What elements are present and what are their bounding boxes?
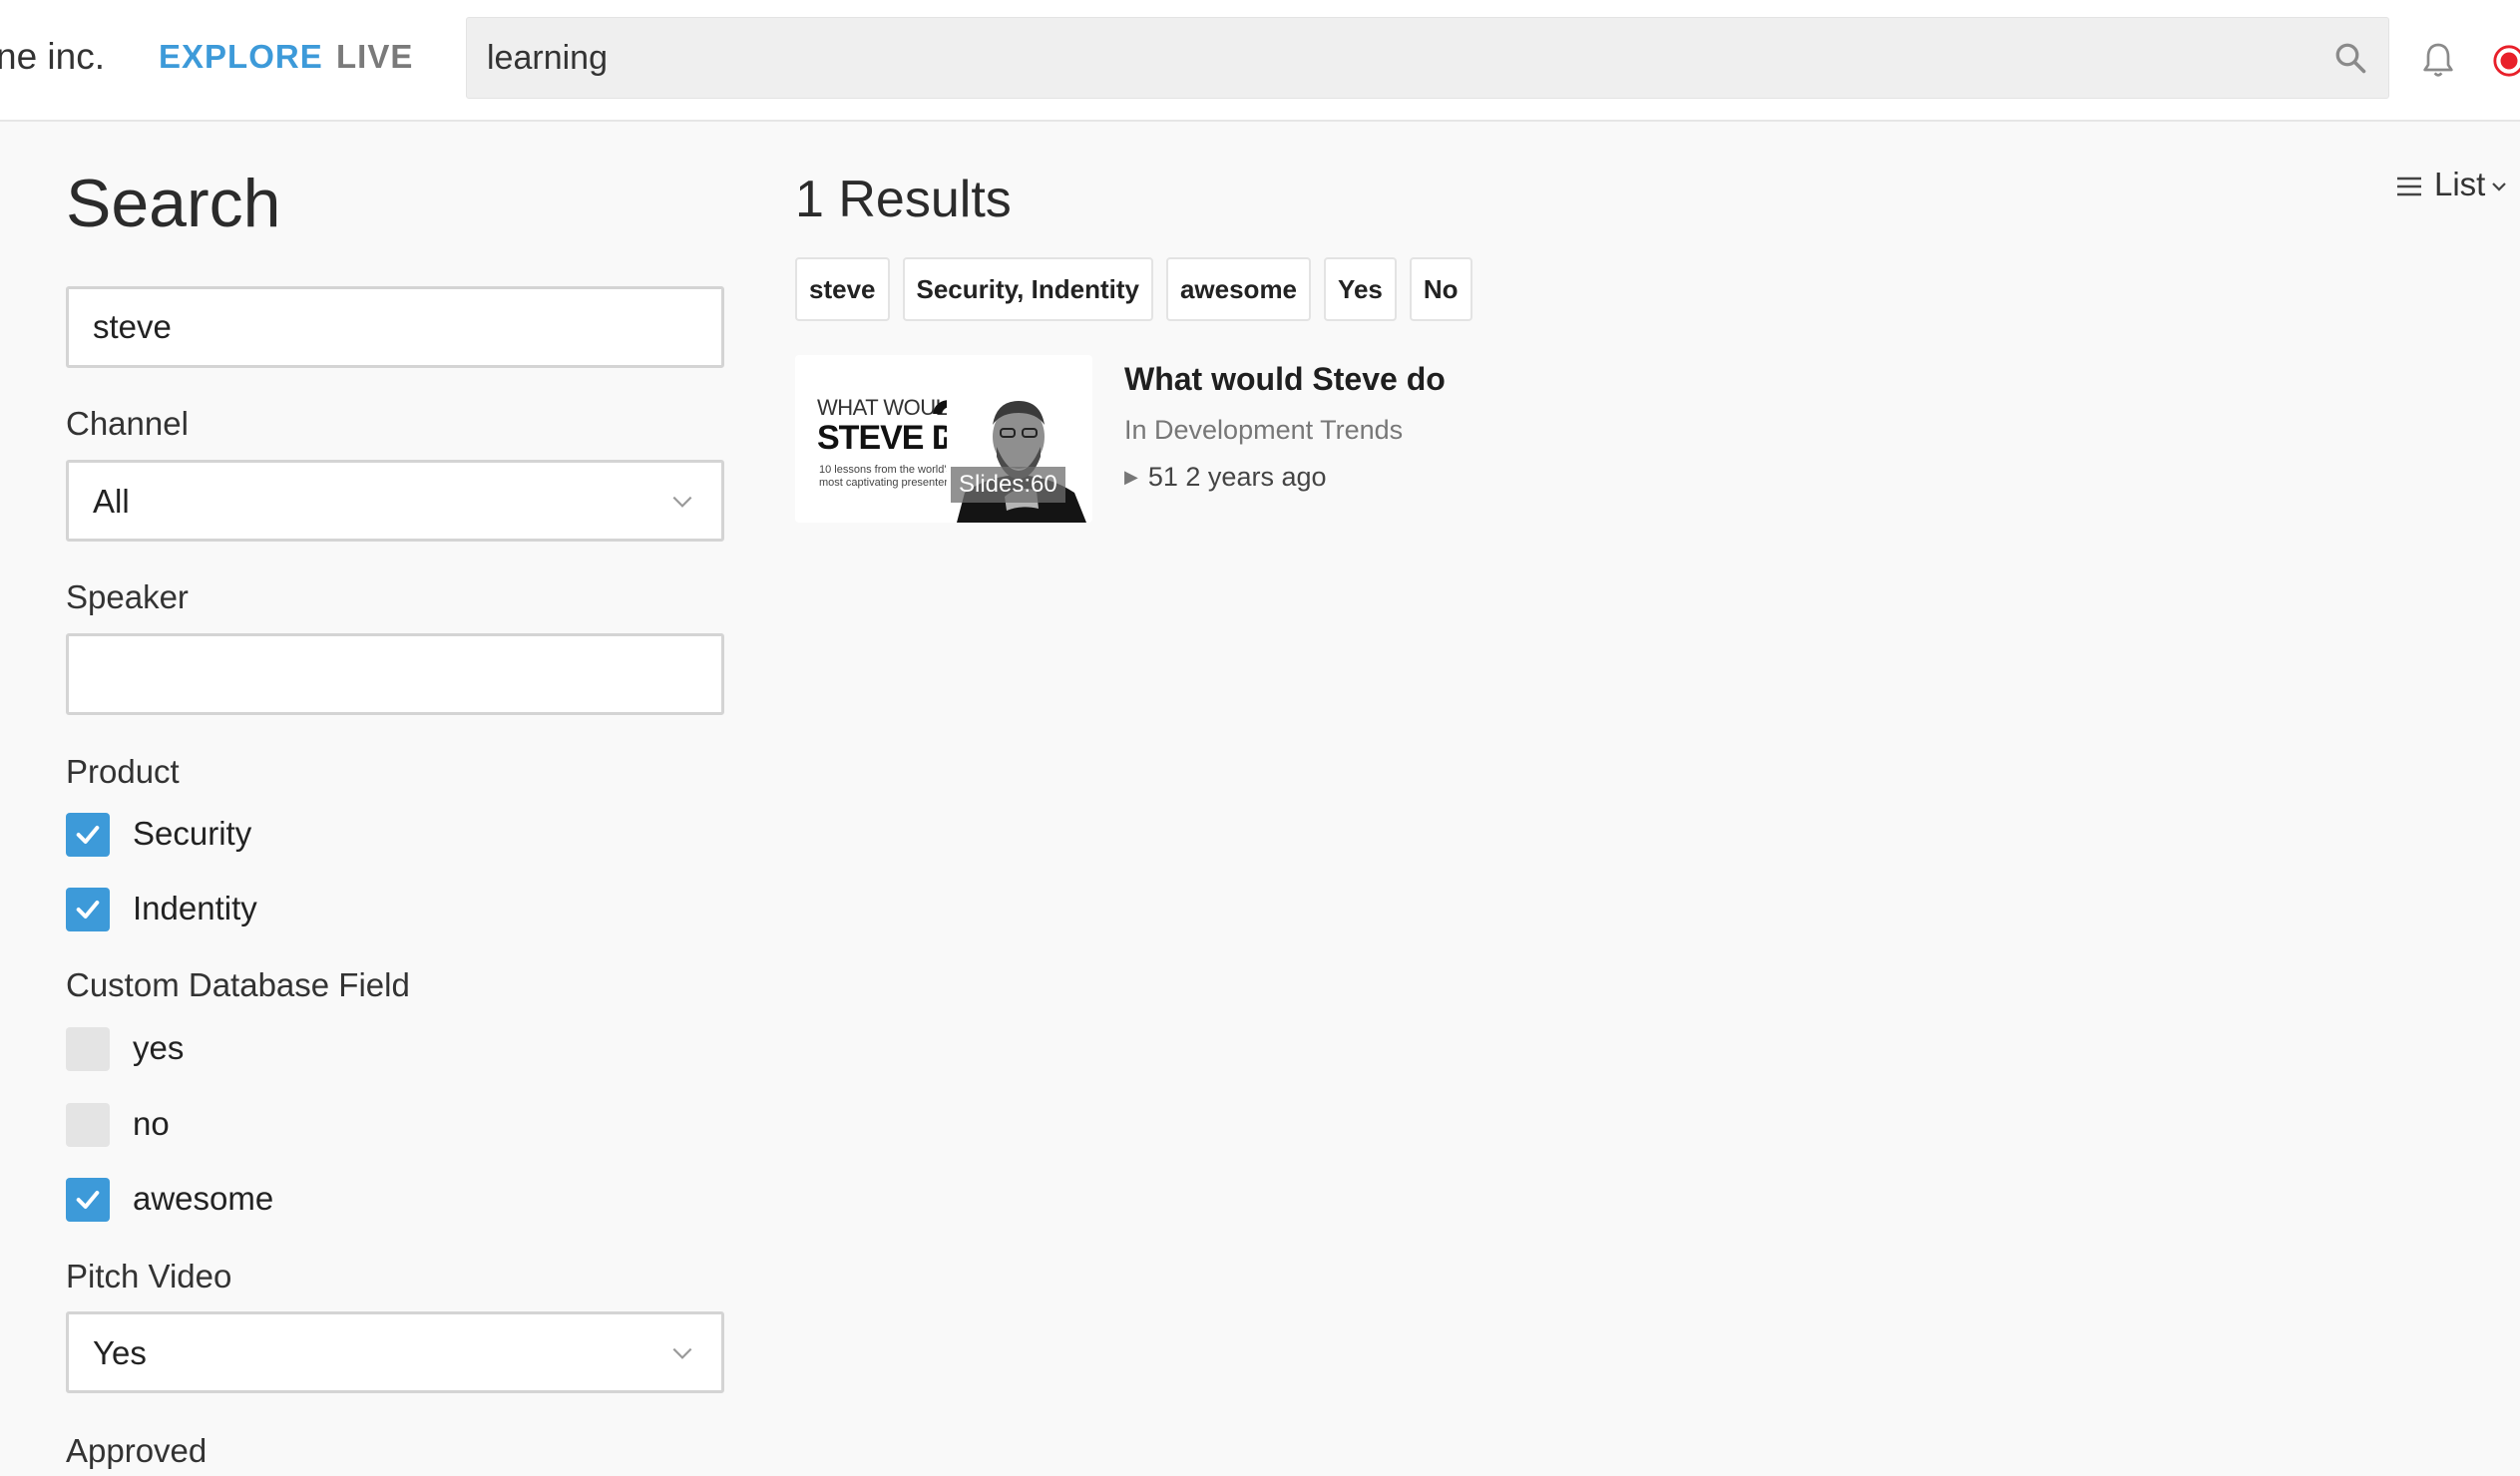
checkmark-icon [76,901,100,919]
checkbox-label: yes [133,1029,185,1066]
slides-badge: Slides:60 [951,467,1065,503]
custom-field-label: Custom Database Field [66,966,410,1003]
checkbox-label: awesome [133,1180,274,1217]
top-bar: ne inc. EXPLORE LIVE [0,0,2520,122]
speaker-field [66,633,724,715]
chevron-down-icon [672,496,692,508]
list-icon [2397,177,2421,196]
view-toggle[interactable]: List [2396,166,2516,205]
checkbox-checked[interactable] [66,813,110,857]
result-item[interactable]: WHAT WOULD STEVE DO ? 10 lessons from th… [795,355,1493,525]
global-search-input[interactable] [487,18,2303,98]
global-search-bar [466,17,2389,99]
result-age: 2 years ago [1185,462,1327,492]
brand-name[interactable]: ne inc. [0,36,105,78]
query-field [66,286,724,368]
channel-select[interactable]: All [66,460,724,542]
filter-chip[interactable]: steve [795,257,890,321]
checkbox-label: no [133,1105,170,1142]
checkmark-icon [76,826,100,844]
results-count: 1 Results [795,171,1012,228]
nav-live[interactable]: LIVE [336,38,413,76]
page-title: Search [66,166,281,241]
record-icon[interactable] [2492,44,2520,78]
product-label: Product [66,753,180,790]
checkbox-checked[interactable] [66,888,110,931]
pitch-video-select[interactable]: Yes [66,1311,724,1393]
checkbox-unchecked[interactable] [66,1103,110,1147]
checkbox-checked[interactable] [66,1178,110,1222]
pitch-video-value: Yes [93,1334,147,1371]
play-icon: ▶ [1124,467,1138,487]
bell-icon[interactable] [2418,40,2458,80]
pitch-video-label: Pitch Video [66,1258,232,1294]
filter-chip[interactable]: Yes [1324,257,1397,321]
checkbox-unchecked[interactable] [66,1027,110,1071]
speaker-input[interactable] [93,636,691,712]
chevron-down-icon [672,1347,692,1359]
speaker-label: Speaker [66,578,189,615]
checkbox-label: Indentity [133,890,257,926]
filter-chip[interactable]: No [1409,257,1472,321]
nav-explore[interactable]: EXPLORE [159,38,323,76]
chevron-down-icon [2492,183,2506,191]
filter-chip[interactable]: Security, Indentity [902,257,1153,321]
active-filter-chips: steve Security, Indentity awesome Yes No [795,257,1472,321]
result-channel[interactable]: In Development Trends [1124,415,1403,446]
search-icon[interactable] [2332,40,2368,76]
checkmark-icon [76,1191,100,1209]
result-thumbnail[interactable]: WHAT WOULD STEVE DO ? 10 lessons from th… [795,355,1092,523]
view-count: 51 [1147,462,1178,492]
filter-chip[interactable]: awesome [1165,257,1312,321]
approved-label: Approved [66,1432,208,1469]
result-meta: ▶ 51 2 years ago [1124,462,1327,493]
result-title[interactable]: What would Steve do [1124,361,1446,398]
channel-value: All [93,483,130,520]
channel-label: Channel [66,405,189,442]
view-label: List [2434,166,2486,202]
checkbox-label: Security [133,815,252,852]
query-input[interactable] [93,289,691,365]
thumbnail-subtitle: 10 lessons from the world's most captiva… [819,464,954,489]
